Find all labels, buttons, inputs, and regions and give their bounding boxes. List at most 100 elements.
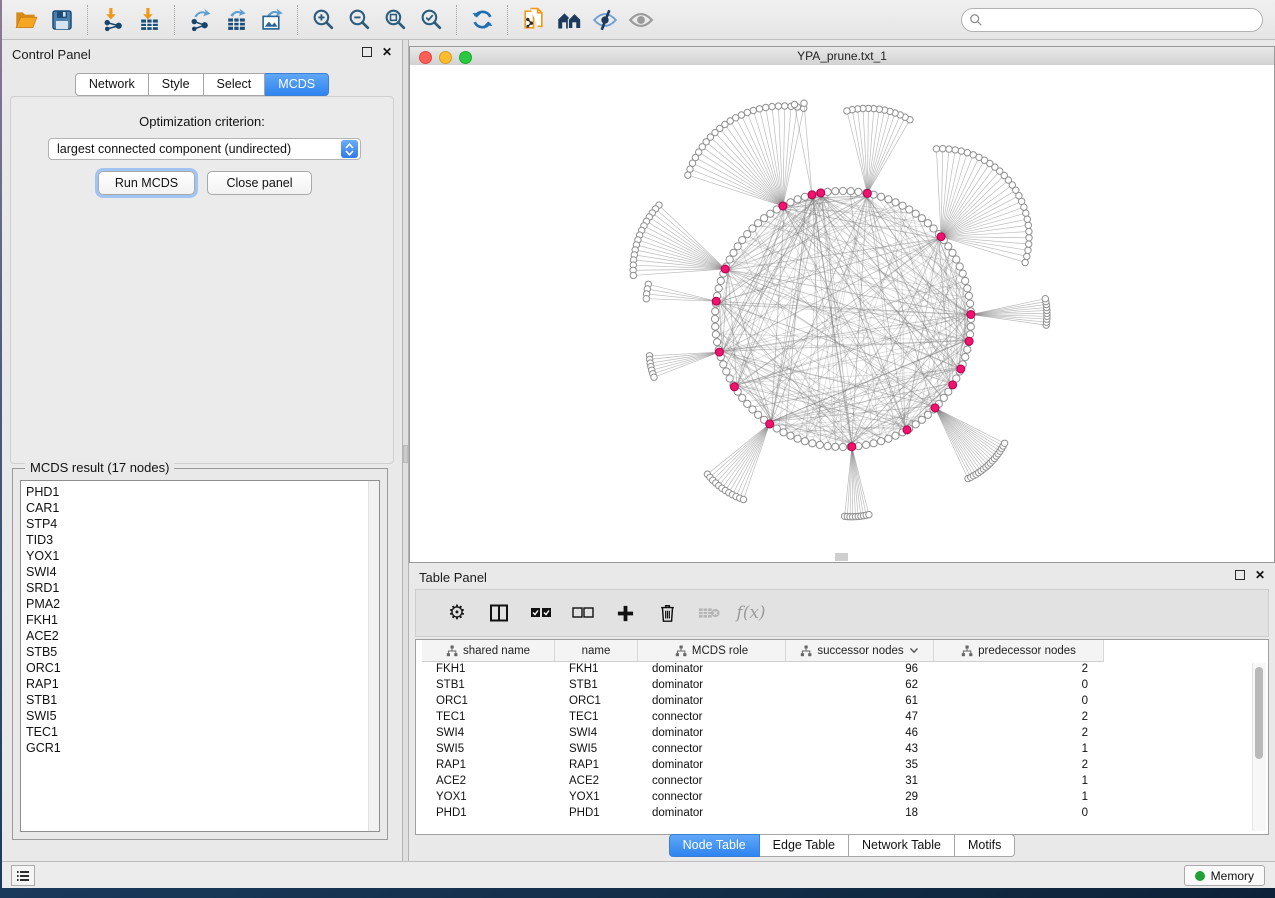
graph-node[interactable] [918,416,925,423]
graph-node[interactable] [723,368,730,375]
result-node-item[interactable]: PMA2 [26,596,379,612]
graph-node[interactable] [714,339,721,346]
graph-node[interactable] [630,272,636,278]
table-row[interactable]: ORC1ORC1dominator610 [422,693,1248,709]
graph-node[interactable] [847,188,854,195]
table-row[interactable]: STB1STB1dominator620 [422,677,1248,693]
export-table-button[interactable] [218,3,254,37]
graph-node[interactable] [739,394,746,401]
graph-node[interactable] [749,406,756,413]
graph-node[interactable] [739,237,746,244]
tab-mcds[interactable]: MCDS [265,73,329,96]
graph-node[interactable] [839,187,846,194]
mcds-hub-node[interactable] [903,426,911,434]
graph-node[interactable] [870,440,877,447]
splitter-handle[interactable] [403,445,408,463]
result-node-item[interactable]: STB5 [26,644,379,660]
graph-node[interactable] [844,108,850,114]
table-scrollbar-thumb[interactable] [1255,667,1263,759]
mcds-hub-node[interactable] [715,348,723,356]
result-list-scrollbar[interactable] [368,481,379,831]
graph-node[interactable] [953,256,960,263]
result-node-item[interactable]: ORC1 [26,660,379,676]
refresh-button[interactable] [464,3,500,37]
mcds-hub-node[interactable] [863,189,871,197]
table-row[interactable]: TEC1TEC1connector472 [422,709,1248,725]
task-history-button[interactable] [11,865,35,886]
optimization-criterion-select[interactable]: largest connected component (undirected) [48,138,361,160]
save-session-button[interactable] [44,3,80,37]
graph-node[interactable] [958,148,964,154]
float-panel-icon[interactable] [1235,570,1245,580]
mcds-hub-node[interactable] [848,443,856,451]
mcds-hub-node[interactable] [730,383,738,391]
graph-node[interactable] [878,193,885,200]
graph-node[interactable] [924,220,931,227]
column-header-predecessor-nodes[interactable]: predecessor nodes [934,640,1104,661]
delete-column-button[interactable] [646,596,688,630]
graph-node[interactable] [933,146,939,152]
table-settings-button[interactable]: ⚙ [436,596,478,630]
close-panel-icon[interactable]: ✕ [1255,570,1265,580]
graph-node[interactable] [769,103,775,109]
graph-node[interactable] [962,277,969,284]
tab-select[interactable]: Select [204,73,266,96]
graph-node[interactable] [780,429,787,436]
column-header-mcds-role[interactable]: MCDS role [638,640,786,661]
graph-node[interactable] [1025,247,1031,253]
tab-network-table[interactable]: Network Table [849,834,955,857]
graph-node[interactable] [794,435,801,442]
mcds-hub-node[interactable] [808,191,816,199]
graph-node[interactable] [801,438,808,445]
memory-button[interactable]: Memory [1184,865,1265,886]
mcds-hub-node[interactable] [967,311,975,319]
graph-node[interactable] [1024,216,1030,222]
tab-node-table[interactable]: Node Table [669,834,760,857]
graph-node[interactable] [794,196,801,203]
clone-network-button[interactable] [515,3,551,37]
result-node-item[interactable]: RAP1 [26,676,379,692]
table-scrollbar[interactable] [1252,663,1266,831]
graph-node[interactable] [1025,222,1031,228]
graph-node[interactable] [712,323,719,330]
graph-node[interactable] [959,270,966,277]
graph-node[interactable] [801,100,807,106]
graph-node[interactable] [755,220,762,227]
delete-table-button[interactable] [688,596,730,630]
graph-node[interactable] [878,438,885,445]
mcds-hub-node[interactable] [965,337,973,345]
tab-network[interactable]: Network [75,73,149,96]
table-row[interactable]: YOX1YOX1connector291 [422,789,1248,805]
graph-node[interactable] [924,411,931,418]
graph-node[interactable] [885,435,892,442]
tab-edge-table[interactable]: Edge Table [760,834,849,857]
export-image-button[interactable] [254,3,290,37]
run-mcds-button[interactable]: Run MCDS [98,171,195,195]
graph-node[interactable] [912,421,919,428]
panel-splitter[interactable] [402,40,409,862]
graph-node[interactable] [956,263,963,270]
graph-node[interactable] [949,249,956,256]
zoom-in-button[interactable] [305,3,341,37]
show-columns-button[interactable] [478,596,520,630]
graph-node[interactable] [761,215,768,222]
create-column-button[interactable] [604,596,646,630]
graph-node[interactable] [1042,296,1048,302]
graph-node[interactable] [651,374,657,380]
graph-node[interactable] [643,296,649,302]
network-canvas[interactable] [410,65,1274,562]
graph-node[interactable] [744,231,751,238]
hide-selected-button[interactable] [587,3,623,37]
table-row[interactable]: SWI5SWI5connector431 [422,741,1248,757]
graph-node[interactable] [930,225,937,232]
graph-node[interactable] [782,103,788,109]
graph-node[interactable] [801,193,808,200]
mcds-hub-node[interactable] [937,233,945,241]
graph-node[interactable] [906,206,913,213]
column-header-name[interactable]: name [555,640,638,661]
graph-node[interactable] [952,147,958,153]
graph-node[interactable] [885,196,892,203]
graph-node[interactable] [756,106,762,112]
graph-node[interactable] [832,443,839,450]
network-window-titlebar[interactable]: YPA_prune.txt_1 [410,47,1274,66]
